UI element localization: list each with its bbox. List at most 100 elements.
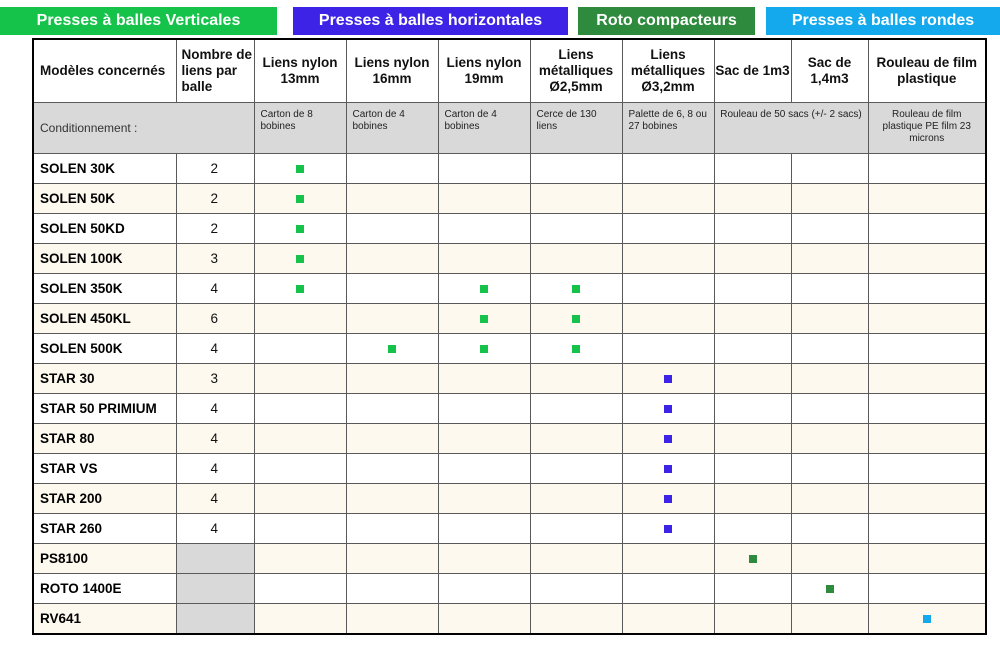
cell-bag-1m3 (713, 213, 792, 244)
cell-nylon-13mm (253, 333, 347, 364)
cell-nylon-16mm (345, 423, 439, 454)
cell-plastic-film (867, 483, 987, 514)
packaging-bags: Rouleau de 50 sacs (+/- 2 sacs) (713, 102, 869, 154)
cell-metal-3-2mm (621, 213, 715, 244)
ties-per-bale: 3 (175, 363, 255, 394)
cell-metal-3-2mm (621, 153, 715, 184)
cell-nylon-16mm (345, 513, 439, 544)
cell-bag-1-4m3 (790, 513, 869, 544)
header-plastic-film: Rouleau de film plastique (867, 38, 987, 103)
cell-metal-2-5mm (529, 213, 623, 244)
cell-plastic-film (867, 243, 987, 274)
cell-bag-1m3 (713, 453, 792, 484)
table-row: STAR 50 PRIMIUM 4 (32, 393, 987, 424)
cell-nylon-13mm (253, 423, 347, 454)
cell-plastic-film (867, 153, 987, 184)
compatibility-marker (572, 315, 580, 323)
cell-nylon-19mm (437, 303, 531, 334)
table-row: SOLEN 500K 4 (32, 333, 987, 364)
cell-metal-2-5mm (529, 273, 623, 304)
table-row: STAR 30 3 (32, 363, 987, 394)
cell-nylon-19mm (437, 513, 531, 544)
cell-bag-1-4m3 (790, 153, 869, 184)
cell-nylon-19mm (437, 393, 531, 424)
cell-bag-1m3 (713, 513, 792, 544)
cell-plastic-film (867, 333, 987, 364)
model-name: ROTO 1400E (32, 573, 177, 604)
cell-metal-3-2mm (621, 513, 715, 544)
cell-metal-3-2mm (621, 273, 715, 304)
cell-nylon-13mm (253, 483, 347, 514)
cell-metal-2-5mm (529, 363, 623, 394)
cell-metal-2-5mm (529, 573, 623, 604)
compatibility-marker (296, 165, 304, 173)
ties-per-bale (175, 603, 255, 635)
model-name: STAR 200 (32, 483, 177, 514)
cell-nylon-16mm (345, 453, 439, 484)
compatibility-table: Modèles concernés Nombre de liens par ba… (32, 38, 987, 635)
table-row: STAR VS 4 (32, 453, 987, 484)
model-name: STAR 80 (32, 423, 177, 454)
compatibility-marker (748, 555, 757, 563)
cell-bag-1m3 (713, 183, 792, 214)
cell-plastic-film (867, 603, 987, 635)
table-row: PS8100 (32, 543, 987, 574)
cell-bag-1m3 (713, 603, 792, 635)
cell-nylon-13mm (253, 183, 347, 214)
cell-nylon-13mm (253, 213, 347, 244)
cell-nylon-19mm (437, 183, 531, 214)
cell-nylon-19mm (437, 603, 531, 635)
cell-bag-1m3 (713, 423, 792, 454)
ties-per-bale: 4 (175, 273, 255, 304)
table-row: SOLEN 450KL 6 (32, 303, 987, 334)
model-name: SOLEN 450KL (32, 303, 177, 334)
ties-per-bale: 2 (175, 153, 255, 184)
cell-nylon-13mm (253, 573, 347, 604)
packaging-nylon-13mm: Carton de 8 bobines (253, 102, 347, 154)
cell-nylon-19mm (437, 273, 531, 304)
cell-nylon-13mm (253, 273, 347, 304)
cell-nylon-16mm (345, 153, 439, 184)
cell-metal-3-2mm (621, 243, 715, 274)
header-bag-1m3: Sac de 1m3 (713, 38, 792, 103)
cell-nylon-19mm (437, 543, 531, 574)
ties-per-bale: 6 (175, 303, 255, 334)
table-row: SOLEN 100K 3 (32, 243, 987, 274)
cell-nylon-16mm (345, 303, 439, 334)
ties-per-bale: 4 (175, 333, 255, 364)
compatibility-marker (480, 345, 488, 353)
model-rows: SOLEN 30K 2 SOLEN 50K 2 SOLEN 50KD 2 SOLEN 100… (32, 153, 987, 635)
cell-nylon-19mm (437, 483, 531, 514)
legend-horizontal-balers: Presses à balles horizontales (293, 7, 568, 35)
cell-metal-3-2mm (621, 453, 715, 484)
table-row: SOLEN 350K 4 (32, 273, 987, 304)
cell-bag-1-4m3 (790, 573, 869, 604)
model-name: STAR VS (32, 453, 177, 484)
cell-nylon-19mm (437, 333, 531, 364)
cell-bag-1-4m3 (790, 363, 869, 394)
cell-metal-2-5mm (529, 543, 623, 574)
cell-metal-3-2mm (621, 543, 715, 574)
cell-nylon-19mm (437, 153, 531, 184)
cell-nylon-19mm (437, 363, 531, 394)
cell-metal-3-2mm (621, 183, 715, 214)
compatibility-marker (922, 615, 931, 623)
cell-nylon-13mm (253, 303, 347, 334)
header-metal-3-2mm: Liens métalliques Ø3,2mm (621, 38, 715, 103)
cell-nylon-13mm (253, 363, 347, 394)
cell-nylon-13mm (253, 393, 347, 424)
cell-plastic-film (867, 453, 987, 484)
cell-bag-1-4m3 (790, 273, 869, 304)
cell-metal-3-2mm (621, 393, 715, 424)
table-row: ROTO 1400E (32, 573, 987, 604)
compatibility-marker (664, 435, 672, 443)
cell-bag-1-4m3 (790, 303, 869, 334)
compatibility-marker (664, 465, 672, 473)
cell-nylon-16mm (345, 543, 439, 574)
table-row: SOLEN 30K 2 (32, 153, 987, 184)
header-metal-2-5mm: Liens métalliques Ø2,5mm (529, 38, 623, 103)
model-name: SOLEN 500K (32, 333, 177, 364)
cell-bag-1-4m3 (790, 453, 869, 484)
header-bag-1-4m3: Sac de 1,4m3 (790, 38, 869, 103)
cell-metal-2-5mm (529, 333, 623, 364)
